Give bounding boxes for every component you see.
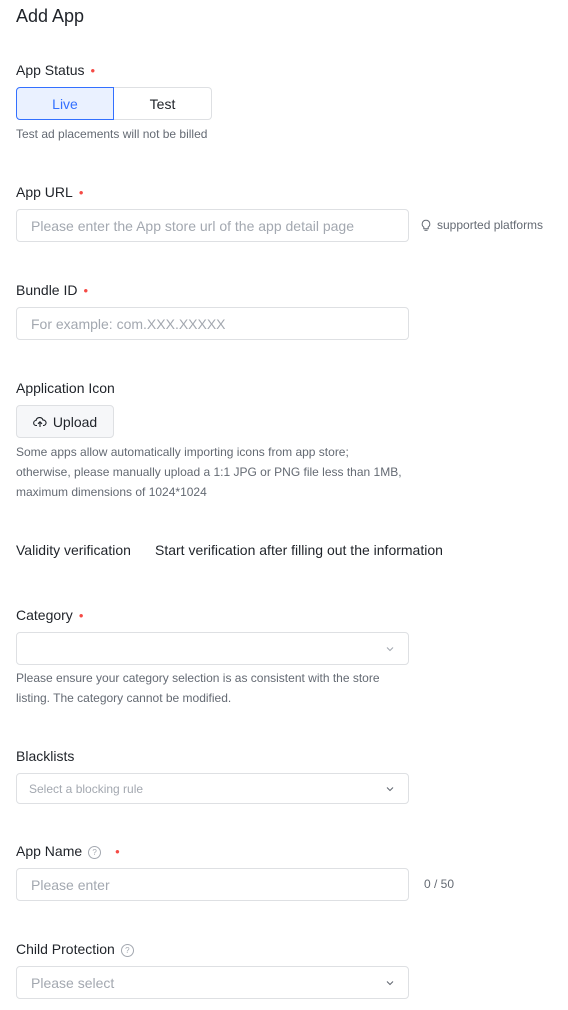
cloud-upload-icon — [32, 416, 47, 427]
app-name-label: App Name? • — [16, 843, 120, 859]
app-status-help: Test ad placements will not be billed — [16, 127, 208, 141]
category-help: Please ensure your category selection is… — [16, 668, 380, 708]
bundle-id-label-text: Bundle ID — [16, 282, 78, 298]
page-title: Add App — [16, 6, 85, 26]
app-name-input[interactable] — [17, 869, 408, 900]
child-protection-label-text: Child Protection — [16, 941, 115, 957]
app-url-input[interactable] — [17, 210, 408, 241]
bundle-id-input[interactable] — [17, 308, 408, 339]
app-name-counter: 0 / 50 — [424, 877, 455, 891]
required-mark: • — [90, 63, 96, 78]
chevron-down-icon — [386, 786, 394, 791]
help-icon[interactable]: ? — [120, 944, 134, 957]
required-mark: • — [115, 844, 120, 859]
app-status-label: App Status • — [16, 62, 95, 78]
required-mark: • — [83, 283, 89, 298]
bundle-id-label: Bundle ID • — [16, 282, 88, 298]
app-status-toggle: Live Test — [16, 87, 212, 120]
app-url-field — [16, 209, 409, 242]
app-name-label-text: App Name — [16, 843, 83, 859]
bundle-id-field — [16, 307, 409, 340]
app-icon-help-line: otherwise, please manually upload a 1:1 … — [16, 465, 402, 479]
app-url-label-text: App URL — [16, 184, 73, 200]
blacklists-label: Blacklists — [16, 748, 75, 764]
category-help-line: Please ensure your category selection is… — [16, 671, 380, 685]
app-icon-label: Application Icon — [16, 380, 115, 396]
child-protection-label: Child Protection? — [16, 941, 134, 957]
validity-value: Start verification after filling out the… — [155, 542, 443, 558]
chevron-down-icon — [386, 646, 394, 651]
required-mark: • — [78, 185, 84, 200]
category-help-line: listing. The category cannot be modified… — [16, 691, 232, 705]
app-icon-help: Some apps allow automatically importing … — [16, 442, 402, 502]
child-protection-select[interactable]: Please select — [16, 966, 409, 999]
upload-label: Upload — [52, 413, 98, 430]
category-select[interactable] — [16, 632, 409, 665]
app-icon-help-line: Some apps allow automatically importing … — [16, 445, 349, 459]
app-icon-help-line: maximum dimensions of 1024*1024 — [16, 485, 207, 499]
blacklists-select[interactable]: Select a blocking rule — [16, 773, 409, 804]
app-status-test-button[interactable]: Test — [114, 87, 212, 120]
lightbulb-icon — [421, 219, 431, 231]
help-icon[interactable]: ? — [88, 846, 102, 859]
upload-button[interactable]: Upload — [16, 405, 114, 438]
category-label: Category • — [16, 607, 83, 623]
chevron-down-icon — [386, 980, 394, 985]
app-status-label-text: App Status — [16, 62, 85, 78]
required-mark: • — [78, 608, 84, 623]
validity-label: Validity verification — [16, 542, 131, 558]
category-label-text: Category — [16, 607, 73, 623]
app-url-label: App URL • — [16, 184, 83, 200]
child-protection-placeholder: Please select — [31, 974, 115, 991]
app-name-field — [16, 868, 409, 901]
app-status-live-button[interactable]: Live — [16, 87, 114, 120]
supported-platforms-link[interactable]: supported platforms — [420, 218, 543, 232]
supported-platforms-text: supported platforms — [437, 218, 544, 232]
blacklists-placeholder: Select a blocking rule — [29, 781, 144, 796]
